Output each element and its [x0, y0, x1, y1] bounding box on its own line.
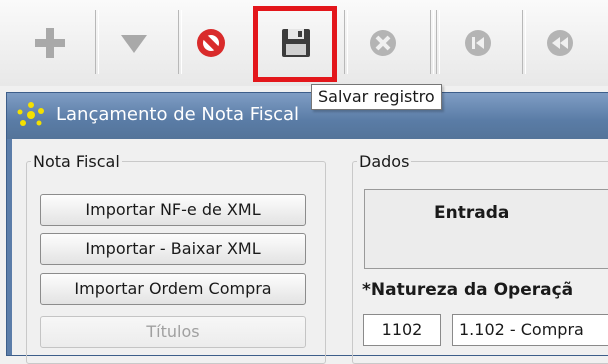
window-titlebar: Lançamento de Nota Fiscal	[7, 93, 608, 139]
tipo-label: Entrada	[434, 203, 510, 223]
first-record-button[interactable]	[442, 8, 514, 78]
delete-button[interactable]	[347, 8, 419, 78]
no-entry-icon	[197, 29, 225, 57]
window-title: Lançamento de Nota Fiscal	[56, 104, 300, 125]
natureza-label: *Natureza da Operaçã	[362, 280, 574, 300]
previous-record-button[interactable]	[524, 8, 596, 78]
tipo-box	[364, 189, 608, 269]
plus-icon	[35, 28, 65, 58]
import-nfe-xml-button[interactable]: Importar NF-e de XML	[40, 194, 306, 226]
natureza-code-input[interactable]: 1102	[363, 314, 441, 346]
save-tooltip: Salvar registro	[311, 84, 442, 110]
rewind-icon	[547, 30, 573, 56]
import-purchase-order-button[interactable]: Importar Ordem Compra	[40, 273, 306, 305]
save-button-highlight	[253, 6, 337, 82]
toolbar-separator	[436, 10, 440, 74]
toolbar-separator	[430, 10, 434, 74]
nota-fiscal-legend: Nota Fiscal	[33, 152, 120, 171]
x-circle-icon	[370, 30, 396, 56]
titles-button[interactable]: Títulos	[40, 316, 306, 348]
add-button[interactable]	[14, 8, 86, 78]
natureza-description-field[interactable]: 1.102 - Compra	[452, 314, 608, 346]
toolbar	[0, 0, 608, 86]
cancel-button[interactable]	[175, 8, 247, 78]
skip-first-icon	[465, 30, 491, 56]
sparkle-logo-icon	[17, 102, 44, 126]
triangle-down-icon	[121, 35, 147, 53]
dados-legend: Dados	[359, 152, 410, 171]
dropdown-button[interactable]	[98, 8, 170, 78]
import-download-xml-button[interactable]: Importar - Baixar XML	[40, 233, 306, 265]
